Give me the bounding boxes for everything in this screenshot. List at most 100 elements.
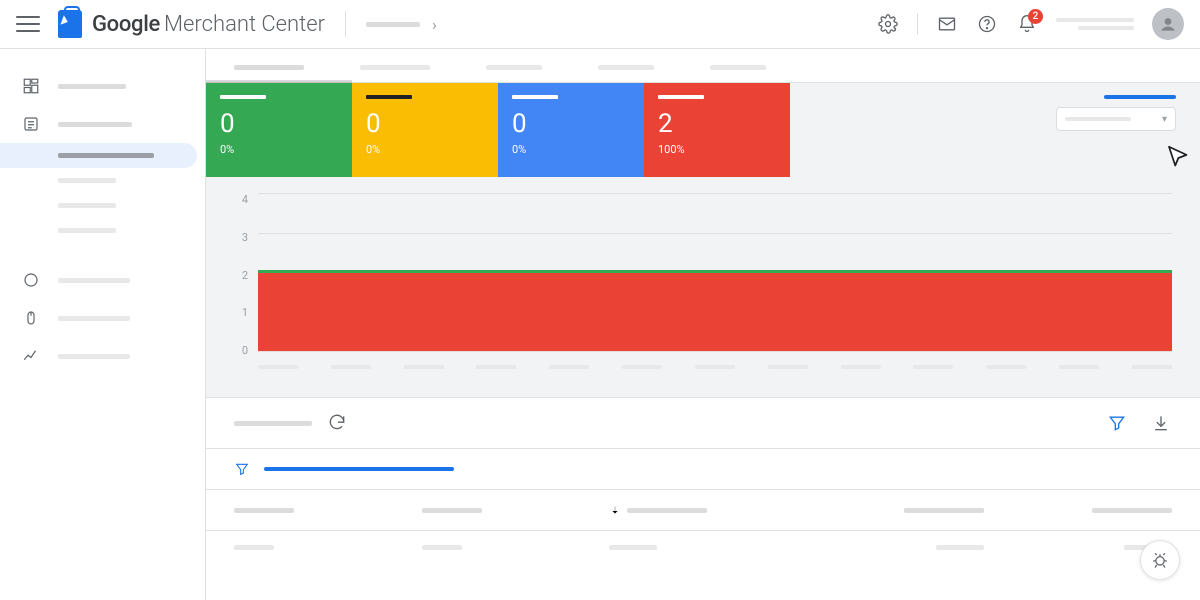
merchant-center-logo-icon <box>58 10 82 38</box>
sidebar-item-label <box>58 178 116 183</box>
summary-cards: 0 0% 0 0% 0 0% 2 100% <box>206 83 1200 177</box>
notifications-icon[interactable]: 2 <box>1016 13 1038 35</box>
brand-google: Google <box>92 12 160 37</box>
ytick: 0 <box>242 344 248 357</box>
col-header-2[interactable] <box>422 508 610 513</box>
sidebar-item-2d[interactable] <box>0 218 197 243</box>
card-title-bar <box>220 95 266 99</box>
card-percent: 0% <box>366 143 484 156</box>
sidebar-item-label <box>58 228 116 233</box>
sidebar-item-2[interactable] <box>0 105 197 143</box>
feedback-fab[interactable] <box>1140 540 1180 580</box>
sidebar-item-label <box>58 278 130 283</box>
dashboard: 0 0% 0 0% 0 0% 2 100% <box>206 83 1200 398</box>
notification-badge: 2 <box>1028 9 1043 24</box>
card-pending[interactable]: 0 0% <box>352 83 498 177</box>
sidebar-item-label <box>58 122 132 127</box>
trend-icon <box>22 347 40 365</box>
cell <box>797 545 985 550</box>
brand[interactable]: Google Merchant Center <box>58 10 325 38</box>
account-id-block <box>1056 18 1134 30</box>
sidebar-item-label <box>58 84 126 89</box>
mouse-icon <box>22 309 40 327</box>
sidebar-item-2c[interactable] <box>0 193 197 218</box>
col-header-3[interactable] <box>609 504 797 516</box>
brand-product: Merchant Center <box>164 12 325 37</box>
help-icon[interactable] <box>976 13 998 35</box>
filter-icon[interactable] <box>1106 412 1128 434</box>
card-expiring[interactable]: 0 0% <box>498 83 644 177</box>
sidebar-item-label <box>58 354 130 359</box>
table-row[interactable] <box>206 531 1200 564</box>
circle-icon <box>22 271 40 289</box>
card-value: 0 <box>366 111 484 137</box>
sidebar-item-2b[interactable] <box>0 168 197 193</box>
sidebar-item-2a[interactable] <box>0 143 197 168</box>
chevron-right-icon: › <box>432 15 437 34</box>
tab-2[interactable] <box>360 65 430 70</box>
app-header: Google Merchant Center › 2 <box>0 0 1200 49</box>
cell <box>234 545 422 550</box>
sidebar <box>0 49 206 600</box>
col-header-1[interactable] <box>234 508 422 513</box>
tab-3[interactable] <box>486 65 542 70</box>
date-range-select[interactable]: ▾ <box>1056 107 1176 131</box>
download-icon[interactable] <box>1150 412 1172 434</box>
card-title-bar <box>658 95 704 99</box>
ytick: 2 <box>242 269 248 282</box>
card-active[interactable]: 0 0% <box>206 83 352 177</box>
col-header-5[interactable] <box>984 508 1172 513</box>
cell <box>422 545 610 550</box>
sidebar-item-4[interactable] <box>0 299 197 337</box>
sidebar-item-3[interactable] <box>0 261 197 299</box>
separator <box>917 13 918 35</box>
list-icon <box>22 115 40 133</box>
card-percent: 0% <box>512 143 630 156</box>
dashboard-icon <box>22 77 40 95</box>
mail-icon[interactable] <box>936 13 958 35</box>
dashboard-link[interactable] <box>1104 95 1176 99</box>
sidebar-item-label <box>58 153 154 158</box>
card-title-bar <box>512 95 558 99</box>
cell <box>609 545 797 550</box>
ytick: 4 <box>242 193 248 206</box>
dashboard-controls: ▾ <box>1056 95 1176 131</box>
card-percent: 0% <box>220 143 338 156</box>
avatar[interactable] <box>1152 8 1184 40</box>
tab-5[interactable] <box>710 65 766 70</box>
separator <box>345 11 346 37</box>
sort-down-icon <box>609 504 621 516</box>
card-value: 0 <box>220 111 338 137</box>
card-value: 0 <box>512 111 630 137</box>
menu-icon[interactable] <box>16 12 40 36</box>
filter-icon[interactable] <box>234 461 250 477</box>
main-area: 0 0% 0 0% 0 0% 2 100% <box>206 49 1200 600</box>
sidebar-item-5[interactable] <box>0 337 197 375</box>
select-value <box>1065 117 1131 121</box>
sidebar-item-label <box>58 203 116 208</box>
breadcrumb-level-1[interactable] <box>366 22 420 27</box>
table-header <box>206 490 1200 531</box>
filter-chip[interactable] <box>264 467 454 471</box>
card-disapproved[interactable]: 2 100% <box>644 83 790 177</box>
ytick: 3 <box>242 231 248 244</box>
list-toolbar <box>206 398 1200 449</box>
chart-x-axis <box>258 365 1172 369</box>
chart: 4 3 2 1 0 <box>206 177 1200 377</box>
chart-plot[interactable] <box>258 193 1172 351</box>
breadcrumb[interactable]: › <box>366 15 437 34</box>
sidebar-item-1[interactable] <box>0 67 197 105</box>
page-tabs <box>206 49 1200 83</box>
series-red-area <box>258 272 1172 351</box>
card-value: 2 <box>658 111 776 137</box>
card-title-bar <box>366 95 412 99</box>
series-green-line <box>258 270 1172 273</box>
refresh-icon[interactable] <box>326 412 348 434</box>
tab-1[interactable] <box>234 65 304 70</box>
settings-icon[interactable] <box>877 13 899 35</box>
col-header-4[interactable] <box>797 508 985 513</box>
active-filter-row <box>206 449 1200 490</box>
ytick: 1 <box>242 306 248 319</box>
tab-4[interactable] <box>598 65 654 70</box>
card-percent: 100% <box>658 143 776 156</box>
